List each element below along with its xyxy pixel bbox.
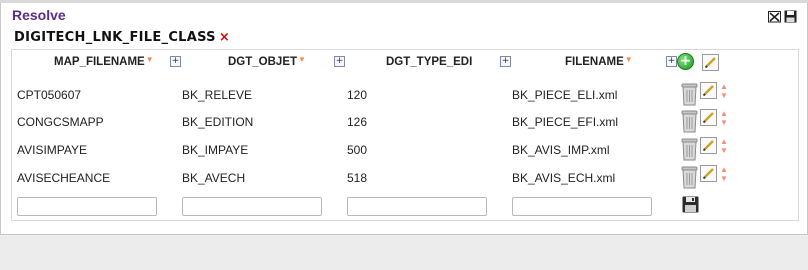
close-all-icon[interactable]	[768, 10, 781, 23]
pencil-icon[interactable]	[700, 137, 717, 154]
entity-name: DIGITECH_LNK_FILE_CLASS	[14, 30, 216, 45]
move-down-icon[interactable]: ▼	[720, 91, 728, 100]
column-header-label: FILENAME	[565, 56, 624, 68]
cell-map-filename: CPT050607	[17, 88, 82, 102]
move-down-icon[interactable]: ▼	[720, 174, 728, 183]
trash-icon[interactable]	[680, 165, 699, 189]
pencil-icon[interactable]	[700, 109, 717, 126]
move-controls: ▲ ▼	[720, 165, 728, 183]
cell-dgt-type-edi: 120	[347, 88, 368, 102]
edit-all-icon[interactable]	[702, 54, 719, 71]
cell-dgt-objet: BK_AVECH	[182, 171, 246, 185]
move-up-icon[interactable]: ▲	[720, 109, 728, 118]
cell-filename: BK_AVIS_IMP.xml	[512, 143, 610, 157]
column-header-label: DGT_OBJET	[228, 56, 298, 68]
row-actions: ▲ ▼	[680, 109, 728, 133]
resolve-panel: Resolve DIGITECH_LNK_FILE_CLASS × MAP_FIL…	[0, 3, 808, 235]
expand-column-icon[interactable]: +	[666, 56, 677, 67]
cell-map-filename: CONGCSMAPP	[17, 115, 104, 129]
expand-column-icon[interactable]: +	[500, 56, 511, 67]
column-header-map-filename[interactable]: MAP_FILENAME▼	[54, 50, 154, 74]
cell-map-filename: AVISECHEANCE	[17, 171, 111, 185]
column-header-dgt-type-edi[interactable]: DGT_TYPE_EDI	[386, 50, 472, 74]
floppy-disk-icon[interactable]	[682, 196, 699, 213]
move-controls: ▲ ▼	[720, 137, 728, 155]
move-down-icon[interactable]: ▼	[720, 118, 728, 127]
records-grid: MAP_FILENAME▼ + DGT_OBJET▼ + DGT_TYPE_ED…	[11, 49, 799, 221]
pencil-icon[interactable]	[700, 82, 717, 99]
expand-column-icon[interactable]: +	[334, 56, 345, 67]
cell-dgt-objet: BK_IMPAYE	[182, 143, 249, 157]
sort-arrow-icon[interactable]: ▼	[146, 55, 154, 64]
cell-filename: BK_AVIS_ECH.xml	[512, 171, 616, 185]
column-header-label: DGT_TYPE_EDI	[386, 56, 473, 68]
cell-dgt-type-edi: 518	[347, 171, 368, 185]
entity-title: DIGITECH_LNK_FILE_CLASS ×	[14, 30, 230, 45]
expand-column-icon[interactable]: +	[170, 56, 181, 67]
move-up-icon[interactable]: ▲	[720, 82, 728, 91]
cell-filename: BK_PIECE_EFI.xml	[512, 115, 619, 129]
cell-dgt-objet: BK_RELEVE	[182, 88, 253, 102]
new-dgt-type-edi-input[interactable]	[347, 197, 487, 216]
trash-icon[interactable]	[680, 109, 699, 133]
pencil-icon[interactable]	[700, 165, 717, 182]
cell-dgt-type-edi: 500	[347, 143, 368, 157]
move-down-icon[interactable]: ▼	[720, 146, 728, 155]
cell-dgt-objet: BK_EDITION	[182, 115, 254, 129]
move-up-icon[interactable]: ▲	[720, 137, 728, 146]
trash-icon[interactable]	[680, 82, 699, 106]
move-controls: ▲ ▼	[720, 82, 728, 100]
new-filename-input[interactable]	[512, 197, 652, 216]
cell-filename: BK_PIECE_ELI.xml	[512, 88, 618, 102]
close-entity-icon[interactable]: ×	[219, 30, 230, 45]
cell-map-filename: AVISIMPAYE	[17, 143, 88, 157]
column-header-dgt-objet[interactable]: DGT_OBJET▼	[228, 50, 306, 74]
new-dgt-objet-input[interactable]	[182, 197, 322, 216]
sort-arrow-icon[interactable]: ▼	[298, 55, 306, 64]
column-header-filename[interactable]: FILENAME▼	[565, 50, 633, 74]
move-up-icon[interactable]: ▲	[720, 165, 728, 174]
cell-dgt-type-edi: 126	[347, 115, 368, 129]
column-header-label: MAP_FILENAME	[54, 56, 145, 68]
panel-title: Resolve	[12, 7, 66, 23]
add-row-button[interactable]: +	[677, 53, 694, 70]
row-actions: ▲ ▼	[680, 137, 728, 161]
trash-icon[interactable]	[680, 137, 699, 161]
save-all-icon[interactable]	[784, 10, 797, 23]
new-map-filename-input[interactable]	[17, 197, 157, 216]
window-controls	[768, 10, 797, 23]
row-actions: ▲ ▼	[680, 82, 728, 106]
row-actions: ▲ ▼	[680, 165, 728, 189]
move-controls: ▲ ▼	[720, 109, 728, 127]
sort-arrow-icon[interactable]: ▼	[625, 55, 633, 64]
